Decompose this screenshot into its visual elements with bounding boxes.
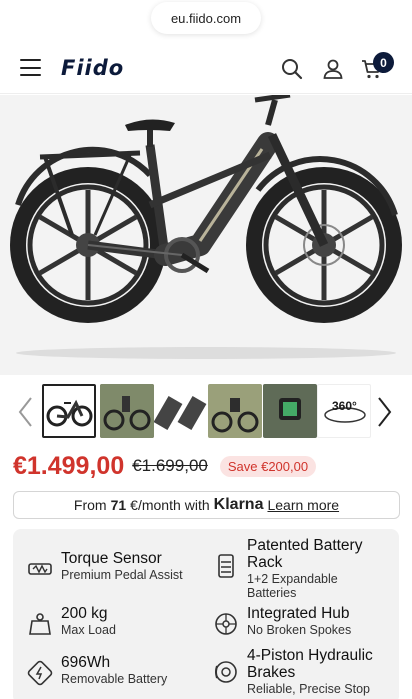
view-360-label: 360°	[332, 399, 357, 413]
battery-rack-icon	[218, 554, 234, 578]
thumbnail-5[interactable]	[263, 384, 317, 438]
klarna-amount: 71	[110, 497, 127, 513]
thumbnail-1[interactable]	[42, 384, 96, 438]
chevron-right-icon[interactable]	[374, 394, 394, 430]
chevron-left-icon[interactable]	[16, 394, 36, 430]
battery-compare-thumb-icon	[154, 396, 207, 430]
klarna-with: with	[184, 497, 210, 513]
ebike-illustration	[10, 95, 402, 359]
thumbnail-2[interactable]	[100, 384, 154, 438]
thumbnail-3[interactable]	[154, 384, 208, 438]
feature-hydraulic-brakes: 4-Piston Hydraulic Brakes Reliable, Prec…	[213, 647, 393, 696]
image-gallery-thumbnails: 360°	[0, 384, 412, 440]
klarna-financing-banner: From 71 €/month with Klarna Learn more	[13, 491, 400, 519]
thumbnail-360[interactable]: 360°	[317, 384, 371, 438]
feature-title: 4-Piston Hydraulic Brakes	[247, 647, 373, 681]
weight-icon	[29, 613, 51, 635]
learn-more-link[interactable]: Learn more	[267, 497, 339, 513]
feature-torque-sensor: Torque Sensor Premium Pedal Assist	[27, 550, 202, 582]
feature-title: Patented Battery Rack	[247, 537, 363, 571]
feature-grid: Torque Sensor Premium Pedal Assist 200 k…	[13, 529, 399, 699]
feature-max-load: 200 kg Max Load	[27, 605, 202, 637]
product-hero-image[interactable]	[0, 95, 412, 375]
wheel-hub-icon	[215, 613, 237, 635]
feature-title: Integrated Hub	[247, 605, 350, 622]
torque-sensor-icon	[28, 563, 52, 575]
site-header: Fiido 0	[0, 42, 412, 94]
feature-subtitle: Removable Battery	[61, 672, 168, 686]
search-icon[interactable]	[280, 57, 304, 81]
rider-thumb-icon	[100, 384, 154, 438]
feature-title: 696Wh	[61, 654, 111, 671]
display-thumb-icon	[263, 384, 317, 438]
klarna-logo: Klarna	[213, 496, 264, 513]
site-logo[interactable]: Fiido	[61, 56, 124, 80]
thumbnail-4[interactable]	[208, 384, 262, 438]
brake-icon	[215, 661, 237, 683]
menu-icon[interactable]	[20, 59, 41, 76]
klarna-suffix: €/month	[130, 497, 181, 513]
current-price: €1.499,00	[13, 451, 125, 480]
feature-subtitle: Reliable, Precise Stop	[247, 682, 370, 696]
rider-gear-thumb-icon	[208, 384, 262, 438]
klarna-prefix: From	[73, 497, 107, 513]
bike-thumb-icon	[46, 399, 93, 427]
save-badge: Save €200,00	[219, 455, 317, 477]
account-icon[interactable]	[321, 57, 345, 81]
battery-icon	[27, 660, 53, 686]
browser-url-bar: eu.fiido.com	[0, 0, 412, 42]
feature-title: 200 kg	[61, 605, 108, 622]
original-price: €1.699,00	[132, 456, 208, 475]
feature-title: Torque Sensor	[61, 550, 162, 567]
cart-count-badge: 0	[373, 52, 394, 73]
feature-subtitle: 1+2 Expandable Batteries	[247, 572, 338, 600]
feature-subtitle: No Broken Spokes	[247, 623, 352, 637]
feature-subtitle: Premium Pedal Assist	[61, 568, 183, 582]
url-field[interactable]: eu.fiido.com	[151, 2, 261, 34]
feature-battery-rack: Patented Battery Rack 1+2 Expandable Bat…	[213, 537, 393, 600]
feature-removable-battery: 696Wh Removable Battery	[27, 654, 202, 686]
price-row: €1.499,00 €1.699,00 Save €200,00	[13, 450, 403, 482]
feature-integrated-hub: Integrated Hub No Broken Spokes	[213, 605, 393, 637]
feature-subtitle: Max Load	[61, 623, 116, 637]
